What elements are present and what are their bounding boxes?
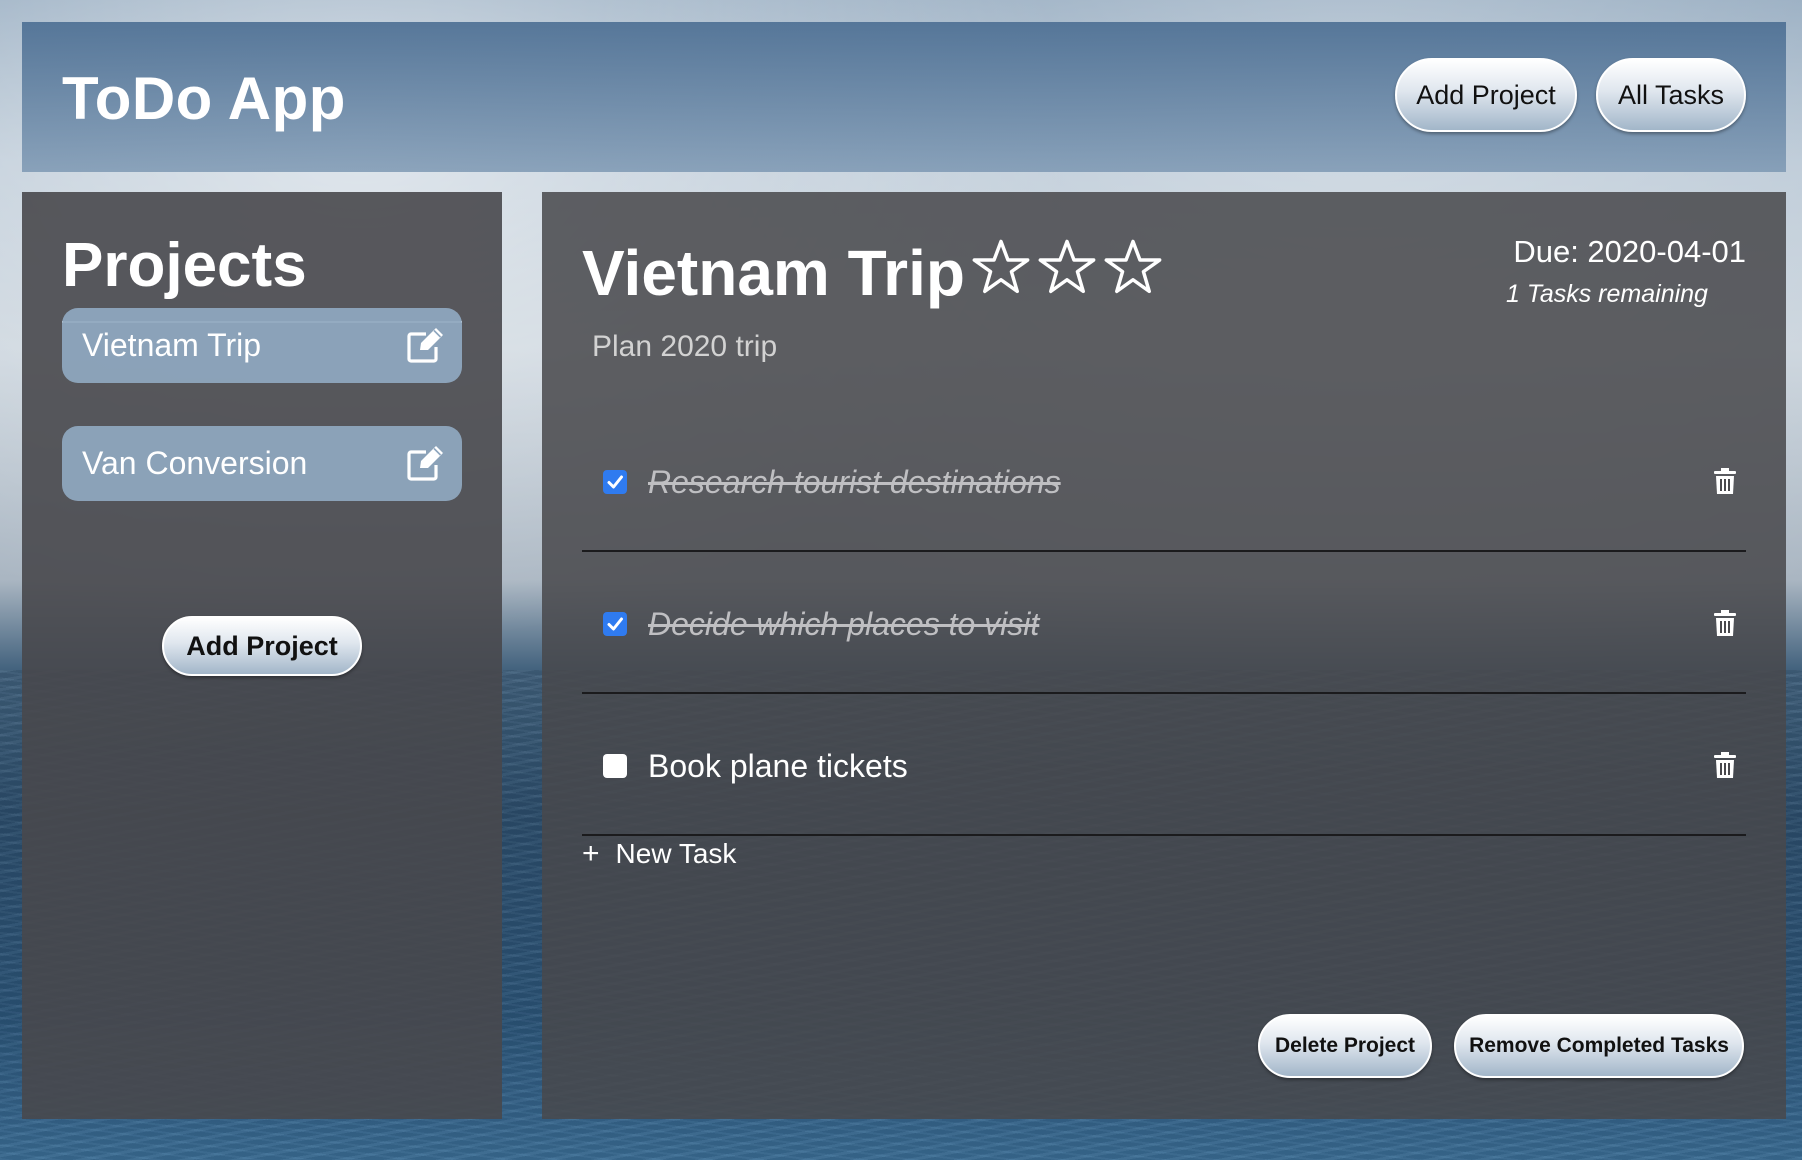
task-row: Research tourist destinations xyxy=(582,410,1746,552)
due-date: Due: 2020-04-01 xyxy=(1513,234,1746,269)
project-title: Vietnam Trip xyxy=(582,237,965,309)
edit-icon[interactable] xyxy=(406,328,444,364)
header-add-project-button[interactable]: Add Project xyxy=(1395,58,1577,132)
star-icon[interactable] xyxy=(1038,238,1096,296)
task-text: Decide which places to visit xyxy=(648,606,1040,642)
task-text: Research tourist destinations xyxy=(648,464,1061,500)
task-checkbox[interactable] xyxy=(603,470,627,494)
project-label: Vietnam Trip xyxy=(82,327,262,363)
project-label: Van Conversion xyxy=(82,445,308,481)
delete-project-button[interactable]: Delete Project xyxy=(1258,1014,1432,1078)
star-icon[interactable] xyxy=(972,238,1030,296)
priority-stars[interactable] xyxy=(972,238,1162,296)
projects-sidebar: Projects Vietnam Trip Van Conversion Add… xyxy=(22,192,502,1119)
tasks-remaining: 1 Tasks remaining xyxy=(1506,280,1708,308)
trash-icon[interactable] xyxy=(1714,468,1736,494)
trash-icon[interactable] xyxy=(1714,752,1736,778)
task-checkbox[interactable] xyxy=(603,612,627,636)
app-title: ToDo App xyxy=(62,65,346,132)
task-row: Decide which places to visit xyxy=(582,552,1746,694)
sidebar-item-van-conversion[interactable]: Van Conversion xyxy=(62,426,462,501)
all-tasks-button[interactable]: All Tasks xyxy=(1596,58,1746,132)
sidebar-add-project-button[interactable]: Add Project xyxy=(162,616,362,676)
edit-icon[interactable] xyxy=(406,446,444,482)
check-icon xyxy=(607,617,623,631)
sidebar-title: Projects xyxy=(62,231,307,300)
task-row: Book plane tickets xyxy=(582,694,1746,836)
check-icon xyxy=(607,475,623,489)
project-description: Plan 2020 trip xyxy=(592,330,778,363)
app-header: ToDo App Add Project All Tasks xyxy=(22,22,1786,172)
new-task-button[interactable]: + New Task xyxy=(582,838,736,870)
project-detail-panel: Vietnam Trip Plan 2020 trip Due: 2020-04… xyxy=(542,192,1786,1119)
new-task-label: New Task xyxy=(615,838,737,869)
trash-icon[interactable] xyxy=(1714,610,1736,636)
remove-completed-tasks-button[interactable]: Remove Completed Tasks xyxy=(1454,1014,1744,1078)
task-checkbox[interactable] xyxy=(603,754,627,778)
plus-icon: + xyxy=(582,837,600,870)
task-text: Book plane tickets xyxy=(648,748,908,784)
star-icon[interactable] xyxy=(1104,238,1162,296)
sidebar-item-vietnam-trip[interactable]: Vietnam Trip xyxy=(62,308,462,383)
